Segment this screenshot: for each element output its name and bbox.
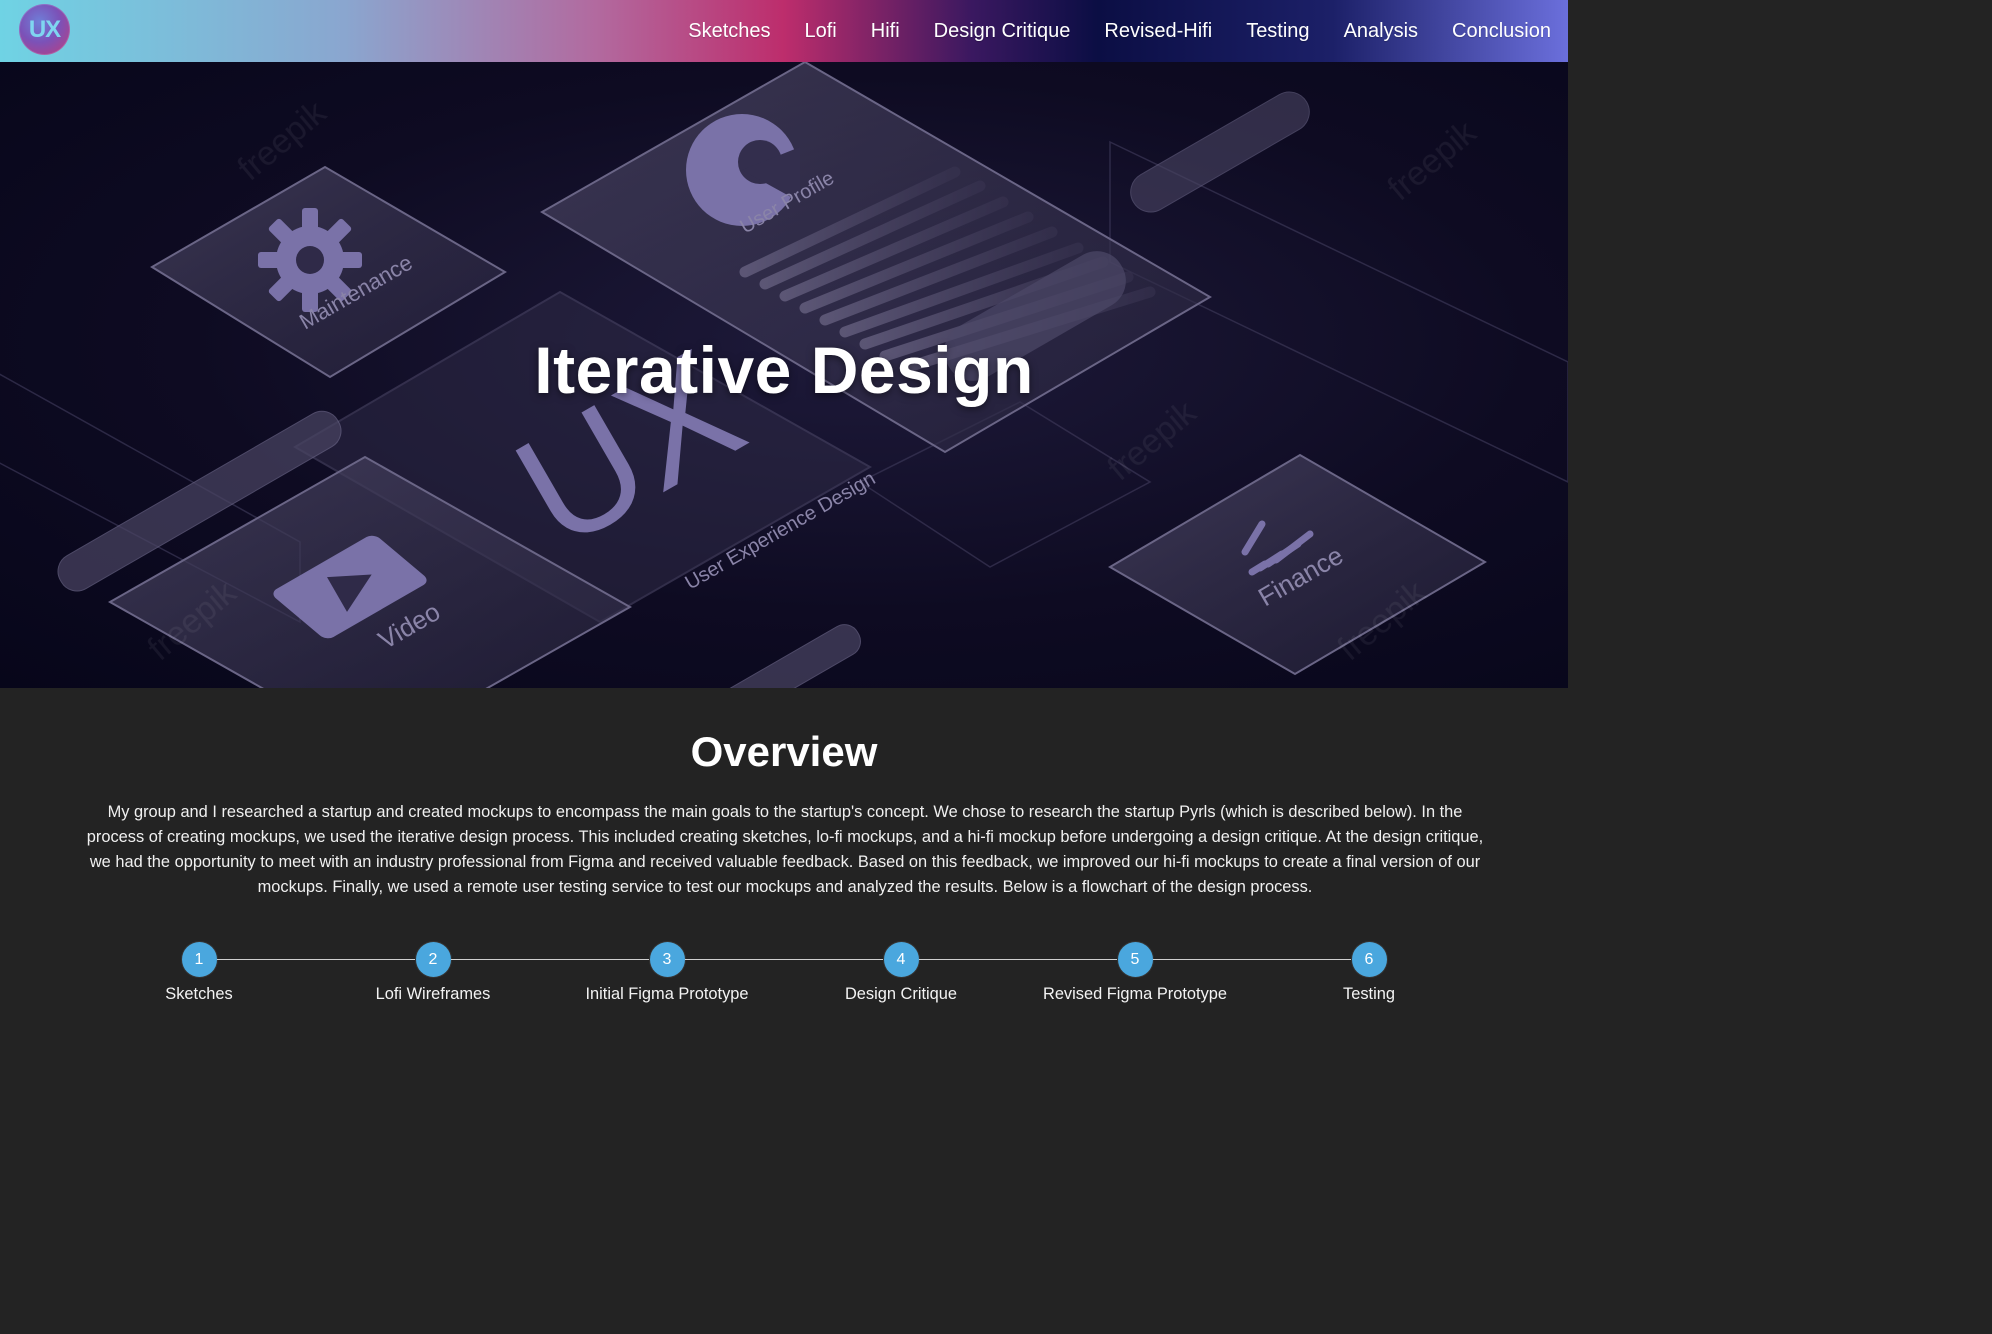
step-label: Design Critique: [844, 985, 958, 1003]
finance-card: Finance: [1108, 453, 1487, 676]
nav-link-hifi[interactable]: Hifi: [871, 20, 900, 43]
step-number-badge: 4: [883, 942, 919, 977]
flow-step-revised-figma-prototype: 5 Revised Figma Prototype: [1025, 942, 1245, 1004]
svg-text:freepik: freepik: [1381, 113, 1484, 208]
nav-link-conclusion[interactable]: Conclusion: [1452, 20, 1551, 43]
flow-step-initial-figma-prototype: 3 Initial Figma Prototype: [557, 942, 777, 1004]
step-label: Lofi Wireframes: [375, 985, 491, 1003]
step-number-badge: 2: [415, 942, 451, 977]
overview-paragraph: My group and I researched a startup and …: [86, 803, 1484, 896]
step-number-badge: 5: [1117, 942, 1153, 977]
step-label: Revised Figma Prototype: [1042, 985, 1228, 1003]
step-label: Initial Figma Prototype: [585, 985, 749, 1003]
nav-links: Sketches Lofi Hifi Design Critique Revis…: [654, 0, 1551, 62]
flow-step-lofi-wireframes: 2 Lofi Wireframes: [323, 942, 543, 1004]
nav-link-analysis[interactable]: Analysis: [1344, 20, 1418, 43]
overview-heading: Overview: [690, 728, 878, 775]
step-label: Testing: [1343, 985, 1395, 1003]
flow-step-design-critique: 4 Design Critique: [791, 942, 1011, 1004]
step-label: Sketches: [165, 985, 233, 1003]
design-process-flowchart: 1 Sketches 2 Lofi Wireframes 3 Initial F…: [0, 920, 1568, 1030]
nav-link-design-critique[interactable]: Design Critique: [934, 20, 1071, 43]
hero-title: Iterative Design: [534, 333, 1034, 407]
nav-link-sketches[interactable]: Sketches: [688, 20, 770, 43]
ux-logo[interactable]: UX: [19, 4, 70, 55]
step-number-badge: 3: [649, 942, 685, 977]
flow-step-testing: 6 Testing: [1259, 942, 1479, 1004]
nav-link-testing[interactable]: Testing: [1246, 20, 1309, 43]
step-number-badge: 1: [181, 942, 217, 977]
nav-link-lofi[interactable]: Lofi: [805, 20, 837, 43]
flow-step-sketches: 1 Sketches: [89, 942, 309, 1004]
step-number-badge: 6: [1351, 942, 1387, 977]
hero-banner: Maintenance User Profile UX User Experie…: [0, 62, 1568, 688]
nav-link-revised-hifi[interactable]: Revised-Hifi: [1104, 20, 1212, 43]
top-navbar: UX Sketches Lofi Hifi Design Critique Re…: [0, 0, 1568, 62]
